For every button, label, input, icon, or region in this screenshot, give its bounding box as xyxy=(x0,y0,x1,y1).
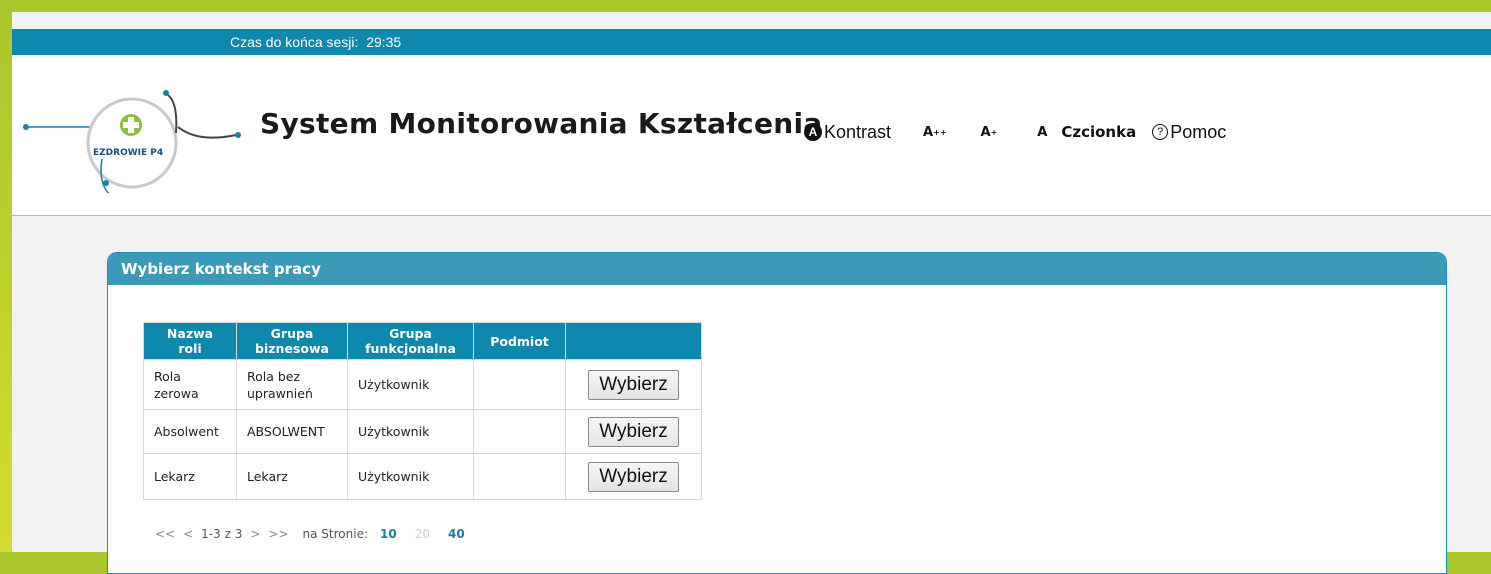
per-page-label: na Stronie: xyxy=(302,527,368,541)
table-row: Lekarz Lekarz Użytkownik Wybierz xyxy=(143,453,702,500)
ezdrowie-logo[interactable]: EZDROWIE P4 xyxy=(18,83,248,193)
col-grupa-funkcjonalna[interactable]: Grupa funkcjonalna xyxy=(347,322,474,360)
wybierz-button[interactable]: Wybierz xyxy=(588,416,679,447)
table-row: Absolwent ABSOLWENT Użytkownik Wybierz xyxy=(143,409,702,454)
cell-grupa-funk: Użytkownik xyxy=(347,359,474,410)
session-timer: Czas do końca sesji: 29:35 xyxy=(230,29,401,55)
cell-action: Wybierz xyxy=(565,359,702,410)
cell-podmiot xyxy=(473,409,566,454)
pomoc-button[interactable]: ? Pomoc xyxy=(1152,122,1226,143)
cell-grupa-funk: Użytkownik xyxy=(347,453,474,500)
session-bar: Czas do końca sesji: 29:35 xyxy=(12,29,1491,55)
font-size-normal-button[interactable]: A xyxy=(1037,125,1047,140)
col-podmiot[interactable]: Podmiot xyxy=(473,322,566,360)
page-frame: Czas do końca sesji: 29:35 EZDROWIE P4 S… xyxy=(12,12,1491,574)
per-page-10[interactable]: 10 xyxy=(380,527,397,541)
cell-podmiot xyxy=(473,359,566,410)
col-actions xyxy=(565,322,702,360)
cell-action: Wybierz xyxy=(565,409,702,454)
context-panel: Wybierz kontekst pracy Nazwa roli Grupa bi… xyxy=(107,252,1447,574)
pagination: << < 1-3 z 3 > >> na Stronie: 10 20 40 xyxy=(155,527,465,541)
czcionka-label: Czcionka xyxy=(1061,123,1137,141)
pager-next[interactable]: > xyxy=(250,527,260,541)
pager-last[interactable]: >> xyxy=(268,527,288,541)
help-icon: ? xyxy=(1152,124,1169,140)
pomoc-label: Pomoc xyxy=(1170,121,1227,142)
col-nazwa-roli[interactable]: Nazwa roli xyxy=(143,322,237,360)
cell-grupa-biz: Lekarz xyxy=(236,453,348,500)
wybierz-button[interactable]: Wybierz xyxy=(588,369,679,400)
cell-podmiot xyxy=(473,453,566,500)
cell-grupa-funk: Użytkownik xyxy=(347,409,474,454)
per-page-20[interactable]: 20 xyxy=(415,527,430,541)
logo-text: EZDROWIE P4 xyxy=(93,148,163,158)
pager-prev[interactable]: < xyxy=(183,527,193,541)
contrast-icon: A xyxy=(804,123,822,141)
roles-table: Nazwa roli Grupa biznesowa Grupa funkcjonal… xyxy=(143,322,702,500)
col-grupa-biznesowa[interactable]: Grupa biznesowa xyxy=(236,322,348,360)
per-page-40[interactable]: 40 xyxy=(448,527,465,541)
font-size-large-button[interactable]: A + xyxy=(981,125,998,140)
table-row: Rola zerowa Rola bez uprawnień Użytkownik … xyxy=(143,359,702,410)
cell-action: Wybierz xyxy=(565,453,702,500)
accessibility-toolbar: A Kontrast A ++ A + A Czcionka ? Pomoc xyxy=(804,117,1226,147)
pager-range: 1-3 z 3 xyxy=(201,527,243,541)
kontrast-button[interactable]: A Kontrast xyxy=(804,122,891,143)
session-time: 29:35 xyxy=(366,34,402,50)
cell-rola: Lekarz xyxy=(143,453,237,500)
app-title: System Monitorowania Kształcenia xyxy=(260,107,823,140)
header: EZDROWIE P4 System Monitorowania Kształc… xyxy=(12,55,1491,216)
cell-grupa-biz: ABSOLWENT xyxy=(236,409,348,454)
font-size-larger-button[interactable]: A ++ xyxy=(923,125,946,140)
pager-first[interactable]: << xyxy=(155,527,175,541)
cell-rola: Absolwent xyxy=(143,409,237,454)
cell-rola: Rola zerowa xyxy=(143,359,237,410)
panel-title: Wybierz kontekst pracy xyxy=(108,253,1446,285)
wybierz-button[interactable]: Wybierz xyxy=(588,461,679,492)
cell-grupa-biz: Rola bez uprawnień xyxy=(236,359,348,410)
table-header-row: Nazwa roli Grupa biznesowa Grupa funkcjonal… xyxy=(143,322,702,360)
kontrast-label: Kontrast xyxy=(824,121,892,142)
session-label: Czas do końca sesji: xyxy=(230,34,359,50)
